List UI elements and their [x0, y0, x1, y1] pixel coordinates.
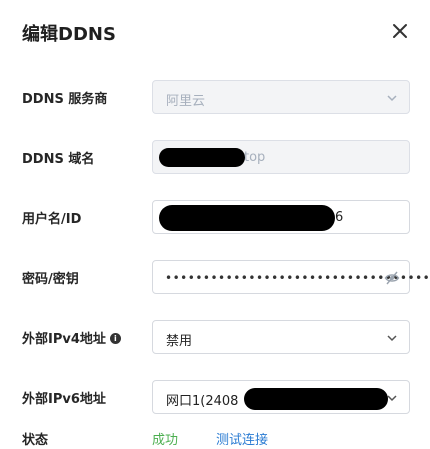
status-label: 状态 — [22, 433, 49, 448]
ipv4-label-text: 外部IPv4地址 — [22, 332, 106, 347]
ipv4-select[interactable]: 禁用 — [152, 320, 410, 354]
redaction-mark — [159, 205, 335, 231]
username-value-suffix: 6 — [335, 210, 344, 225]
chevron-down-icon — [387, 395, 397, 402]
chevron-down-icon — [387, 95, 397, 102]
username-input[interactable]: 6 — [152, 200, 410, 234]
status-value: 成功 — [152, 433, 179, 448]
close-icon[interactable] — [389, 20, 411, 42]
ipv4-label: 外部IPv4地址 i — [22, 328, 121, 347]
username-label: 用户名/ID — [22, 212, 82, 227]
domain-value-suffix: top — [244, 150, 266, 165]
ipv6-label: 外部IPv6地址 — [22, 392, 106, 407]
domain-field: top — [152, 140, 410, 174]
domain-label: DDNS 域名 — [22, 152, 95, 167]
password-input[interactable]: •••••••••••••••••••••••••••••••••••• — [152, 260, 430, 294]
ipv6-value-prefix: 网口1(2408 — [166, 394, 239, 409]
password-label: 密码/密钥 — [22, 272, 79, 287]
ipv6-select[interactable]: 网口1(2408 — [152, 380, 410, 414]
provider-value: 阿里云 — [166, 94, 206, 109]
test-connection-link[interactable]: 测试连接 — [216, 429, 268, 448]
redaction-mark — [244, 388, 388, 410]
dialog-title: 编辑DDNS — [22, 24, 116, 45]
provider-select: 阿里云 — [152, 80, 410, 114]
ipv4-value: 禁用 — [166, 334, 193, 349]
provider-label: DDNS 服务商 — [22, 92, 108, 107]
chevron-down-icon — [387, 335, 397, 342]
redaction-mark — [159, 148, 245, 167]
eye-off-icon[interactable] — [384, 270, 400, 286]
info-icon[interactable]: i — [109, 333, 121, 344]
